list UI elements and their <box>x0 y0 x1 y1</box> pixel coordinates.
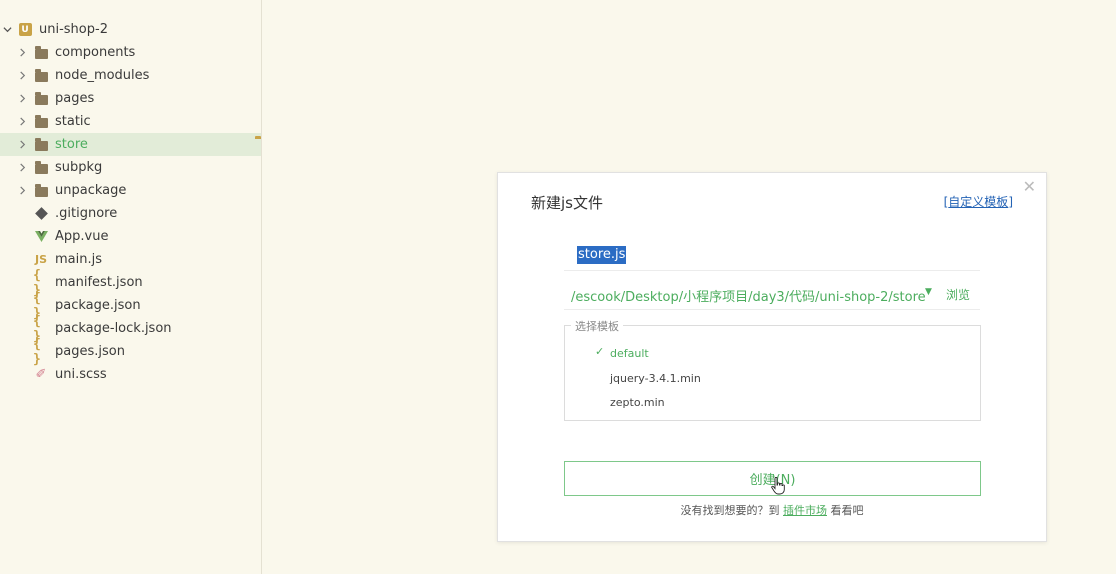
tree-item-label: components <box>55 45 136 60</box>
template-group: 选择模板 ✓ default jquery-3.4.1.min zepto.mi… <box>564 318 981 421</box>
tree-item-label: uni.scss <box>55 367 107 382</box>
custom-template-link-text[interactable]: 自定义模板 <box>948 195 1008 209</box>
json-icon: { } <box>33 267 41 298</box>
tree-item-label: App.vue <box>55 229 109 244</box>
new-js-file-dialog: 新建js文件 [自定义模板] ✕ store.js /escook/Deskto… <box>497 172 1047 542</box>
path-field[interactable]: /escook/Desktop/小程序项目/day3/代码/uni-shop-2… <box>564 278 980 310</box>
uni-app-icon: U <box>17 23 33 37</box>
tree-item-label: pages.json <box>55 344 125 359</box>
tree-item-static[interactable]: static <box>0 110 261 133</box>
dialog-title: 新建js文件 <box>531 194 603 212</box>
tree-item-subpkg[interactable]: subpkg <box>0 156 261 179</box>
chevron-right-icon[interactable] <box>17 48 27 58</box>
folder-icon <box>33 45 49 60</box>
tree-item-gitignore[interactable]: .gitignore <box>0 202 261 225</box>
tree-item-app-vue[interactable]: App.vue <box>0 225 261 248</box>
tree-item-label: main.js <box>55 252 102 267</box>
plugin-market-link[interactable]: 插件市场 <box>783 504 827 517</box>
custom-template-link[interactable]: [自定义模板] <box>944 193 1013 210</box>
template-group-label: 选择模板 <box>571 318 623 334</box>
folder-icon <box>33 183 49 198</box>
file-explorer: U uni-shop-2 components node_modules pag… <box>0 0 262 574</box>
file-name-input[interactable]: store.js <box>577 246 627 264</box>
tree-item-uni-scss[interactable]: ✐ uni.scss <box>0 363 261 386</box>
tree-item-label: package-lock.json <box>55 321 172 336</box>
template-option-jquery[interactable]: jquery-3.4.1.min <box>610 372 701 385</box>
json-icon: { } <box>33 336 41 367</box>
chevron-right-icon[interactable] <box>17 117 27 127</box>
tree-item-label: unpackage <box>55 183 127 198</box>
tree-item-label: pages <box>55 91 95 106</box>
json-icon: { } <box>33 290 41 321</box>
tree-item-unpackage[interactable]: unpackage <box>0 179 261 202</box>
chevron-right-icon[interactable] <box>17 186 27 196</box>
footer-prefix: 没有找到想要的？到 <box>680 504 780 517</box>
tree-item-label: store <box>55 137 88 152</box>
chevron-right-icon[interactable] <box>17 94 27 104</box>
git-icon <box>33 207 49 221</box>
folder-icon <box>33 68 49 83</box>
json-icon: { } <box>33 313 41 344</box>
tree-item-pages-json[interactable]: { } pages.json <box>0 336 261 367</box>
scss-icon: ✐ <box>35 367 47 382</box>
close-icon[interactable]: ✕ <box>1023 179 1036 195</box>
js-icon: JS <box>34 253 47 266</box>
footer-suffix: 看看吧 <box>830 504 864 517</box>
folder-icon <box>33 137 49 152</box>
footer-note: 没有找到想要的？到 插件市场 看看吧 <box>498 502 1046 518</box>
tree-item-pages[interactable]: pages <box>0 87 261 110</box>
file-name-field[interactable]: store.js <box>564 239 980 271</box>
template-option-default[interactable]: default <box>610 347 649 360</box>
tree-item-store[interactable]: store <box>0 133 261 156</box>
vue-icon <box>33 230 49 244</box>
tree-item-label: .gitignore <box>55 206 118 221</box>
template-option-zepto[interactable]: zepto.min <box>610 396 665 409</box>
tree-root-uni-shop-2[interactable]: U uni-shop-2 <box>0 18 261 41</box>
chevron-down-icon[interactable] <box>2 25 12 35</box>
folder-icon <box>33 91 49 106</box>
dropdown-caret-icon[interactable]: ▼ <box>925 287 932 297</box>
chevron-right-icon[interactable] <box>17 71 27 81</box>
tree-item-label: subpkg <box>55 160 103 175</box>
chevron-right-icon[interactable] <box>17 140 27 150</box>
tree-item-label: node_modules <box>55 68 150 83</box>
browse-button[interactable]: 浏览 <box>946 286 970 303</box>
tree-item-label: package.json <box>55 298 141 313</box>
path-input[interactable]: /escook/Desktop/小程序项目/day3/代码/uni-shop-2… <box>571 286 926 305</box>
chevron-right-icon[interactable] <box>17 163 27 173</box>
check-icon: ✓ <box>595 345 605 358</box>
hand-cursor-icon <box>771 477 785 495</box>
tree-item-components[interactable]: components <box>0 41 261 64</box>
tree-root-label: uni-shop-2 <box>39 22 108 37</box>
folder-icon <box>33 114 49 129</box>
tree-item-label: manifest.json <box>55 275 143 290</box>
tree-item-node-modules[interactable]: node_modules <box>0 64 261 87</box>
tree-item-label: static <box>55 114 91 129</box>
folder-icon <box>33 160 49 175</box>
